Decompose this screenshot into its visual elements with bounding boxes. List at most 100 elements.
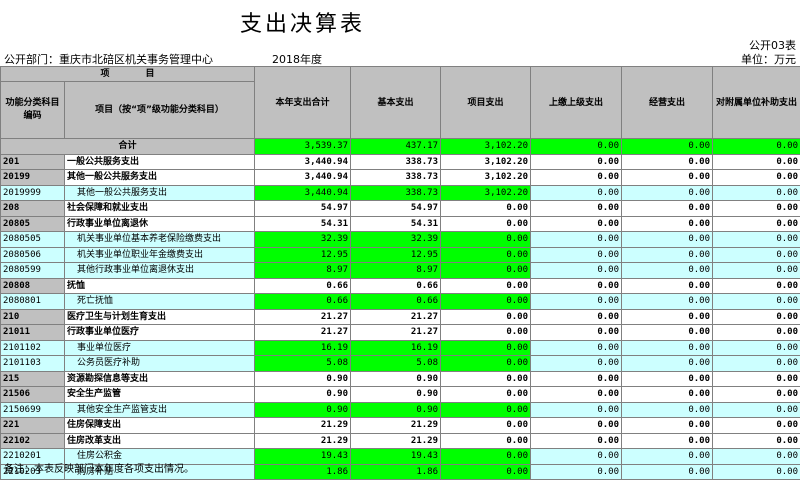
row-value-basic: 54.97 [351, 201, 441, 217]
row-value-basic: 1.86 [351, 464, 441, 480]
row-value-business: 0.00 [622, 402, 713, 418]
row-code: 22102 [1, 433, 65, 449]
row-code: 215 [1, 371, 65, 387]
row-value-project: 0.00 [441, 464, 531, 480]
table-row: 2080599其他行政事业单位离退休支出8.978.970.000.000.00… [1, 263, 800, 279]
row-value-total: 21.29 [255, 418, 351, 434]
table-row: 2101102事业单位医疗16.1916.190.000.000.000.00 [1, 340, 800, 356]
item-group-header: 项 目 [1, 67, 255, 82]
row-name: 一般公共服务支出 [65, 154, 255, 170]
row-value-total: 8.97 [255, 263, 351, 279]
header-total: 本年支出合计 [255, 67, 351, 139]
row-value-upper: 0.00 [531, 278, 622, 294]
header-upper: 上缴上级支出 [531, 67, 622, 139]
table-row: 2080506机关事业单位职业年金缴费支出12.9512.950.000.000… [1, 247, 800, 263]
row-value-upper: 0.00 [531, 216, 622, 232]
row-value-basic: 5.08 [351, 356, 441, 372]
page-title: 支出决算表 [240, 6, 365, 38]
header-basic: 基本支出 [351, 67, 441, 139]
row-value-project: 0.00 [441, 247, 531, 263]
row-value-business: 0.00 [622, 247, 713, 263]
total-cell: 437.17 [351, 139, 441, 155]
row-value-business: 0.00 [622, 216, 713, 232]
table-row: 215资源勘探信息等支出0.900.900.000.000.000.00 [1, 371, 800, 387]
row-value-business: 0.00 [622, 325, 713, 341]
row-value-basic: 19.43 [351, 449, 441, 465]
row-code: 21506 [1, 387, 65, 403]
table-row: 2101103公务员医疗补助5.085.080.000.000.000.00 [1, 356, 800, 372]
row-value-basic: 32.39 [351, 232, 441, 248]
row-value-business: 0.00 [622, 154, 713, 170]
row-code: 2101102 [1, 340, 65, 356]
row-value-project: 0.00 [441, 418, 531, 434]
row-value-upper: 0.00 [531, 340, 622, 356]
row-value-project: 0.00 [441, 340, 531, 356]
row-code: 2080801 [1, 294, 65, 310]
row-name: 住房改革支出 [65, 433, 255, 449]
row-value-basic: 54.31 [351, 216, 441, 232]
row-value-basic: 0.90 [351, 371, 441, 387]
row-value-project: 0.00 [441, 216, 531, 232]
row-value-subsidy: 0.00 [713, 201, 800, 217]
row-value-project: 0.00 [441, 433, 531, 449]
row-value-upper: 0.00 [531, 449, 622, 465]
row-value-upper: 0.00 [531, 387, 622, 403]
row-value-upper: 0.00 [531, 309, 622, 325]
row-value-subsidy: 0.00 [713, 170, 800, 186]
row-name: 抚恤 [65, 278, 255, 294]
row-name: 其他安全生产监管支出 [65, 402, 255, 418]
row-value-basic: 0.66 [351, 294, 441, 310]
row-value-upper: 0.00 [531, 418, 622, 434]
total-cell: 3,102.20 [441, 139, 531, 155]
row-value-total: 3,440.94 [255, 185, 351, 201]
unit-label: 单位：万元 [741, 51, 796, 67]
row-value-business: 0.00 [622, 387, 713, 403]
row-value-total: 54.97 [255, 201, 351, 217]
row-value-total: 54.31 [255, 216, 351, 232]
row-value-subsidy: 0.00 [713, 294, 800, 310]
row-value-subsidy: 0.00 [713, 449, 800, 465]
row-code: 20199 [1, 170, 65, 186]
row-value-total: 5.08 [255, 356, 351, 372]
row-code: 221 [1, 418, 65, 434]
row-value-total: 0.66 [255, 278, 351, 294]
row-value-upper: 0.00 [531, 154, 622, 170]
row-value-project: 0.00 [441, 387, 531, 403]
row-value-subsidy: 0.00 [713, 371, 800, 387]
table-row: 2080801死亡抚恤0.660.660.000.000.000.00 [1, 294, 800, 310]
row-value-subsidy: 0.00 [713, 418, 800, 434]
row-value-business: 0.00 [622, 278, 713, 294]
row-value-upper: 0.00 [531, 232, 622, 248]
row-value-business: 0.00 [622, 340, 713, 356]
row-value-business: 0.00 [622, 263, 713, 279]
table-row: 2019999其他一般公共服务支出3,440.94338.733,102.200… [1, 185, 800, 201]
year-label: 2018年度 [272, 51, 322, 67]
row-name: 资源勘探信息等支出 [65, 371, 255, 387]
row-value-total: 0.66 [255, 294, 351, 310]
row-value-total: 21.27 [255, 325, 351, 341]
table-row: 2080505机关事业单位基本养老保险缴费支出32.3932.390.000.0… [1, 232, 800, 248]
row-value-basic: 21.29 [351, 433, 441, 449]
table-row: 20808抚恤0.660.660.000.000.000.00 [1, 278, 800, 294]
row-value-upper: 0.00 [531, 294, 622, 310]
row-value-total: 1.86 [255, 464, 351, 480]
row-code: 210 [1, 309, 65, 325]
row-value-subsidy: 0.00 [713, 185, 800, 201]
header-business: 经营支出 [622, 67, 713, 139]
total-cell: 0.00 [531, 139, 622, 155]
row-name: 其他一般公共服务支出 [65, 170, 255, 186]
row-value-upper: 0.00 [531, 201, 622, 217]
footnote: 备注：本表反映部门本年度各项支出情况。 [4, 460, 194, 475]
row-value-upper: 0.00 [531, 170, 622, 186]
row-value-project: 3,102.20 [441, 154, 531, 170]
table-row: 221住房保障支出21.2921.290.000.000.000.00 [1, 418, 800, 434]
row-value-upper: 0.00 [531, 185, 622, 201]
header-name: 项目（按“项”级功能分类科目） [65, 82, 255, 139]
row-name: 社会保障和就业支出 [65, 201, 255, 217]
row-code: 208 [1, 201, 65, 217]
row-name: 机关事业单位基本养老保险缴费支出 [65, 232, 255, 248]
table-row: 208社会保障和就业支出54.9754.970.000.000.000.00 [1, 201, 800, 217]
table-row: 21506安全生产监管0.900.900.000.000.000.00 [1, 387, 800, 403]
row-code: 2019999 [1, 185, 65, 201]
row-code: 2101103 [1, 356, 65, 372]
